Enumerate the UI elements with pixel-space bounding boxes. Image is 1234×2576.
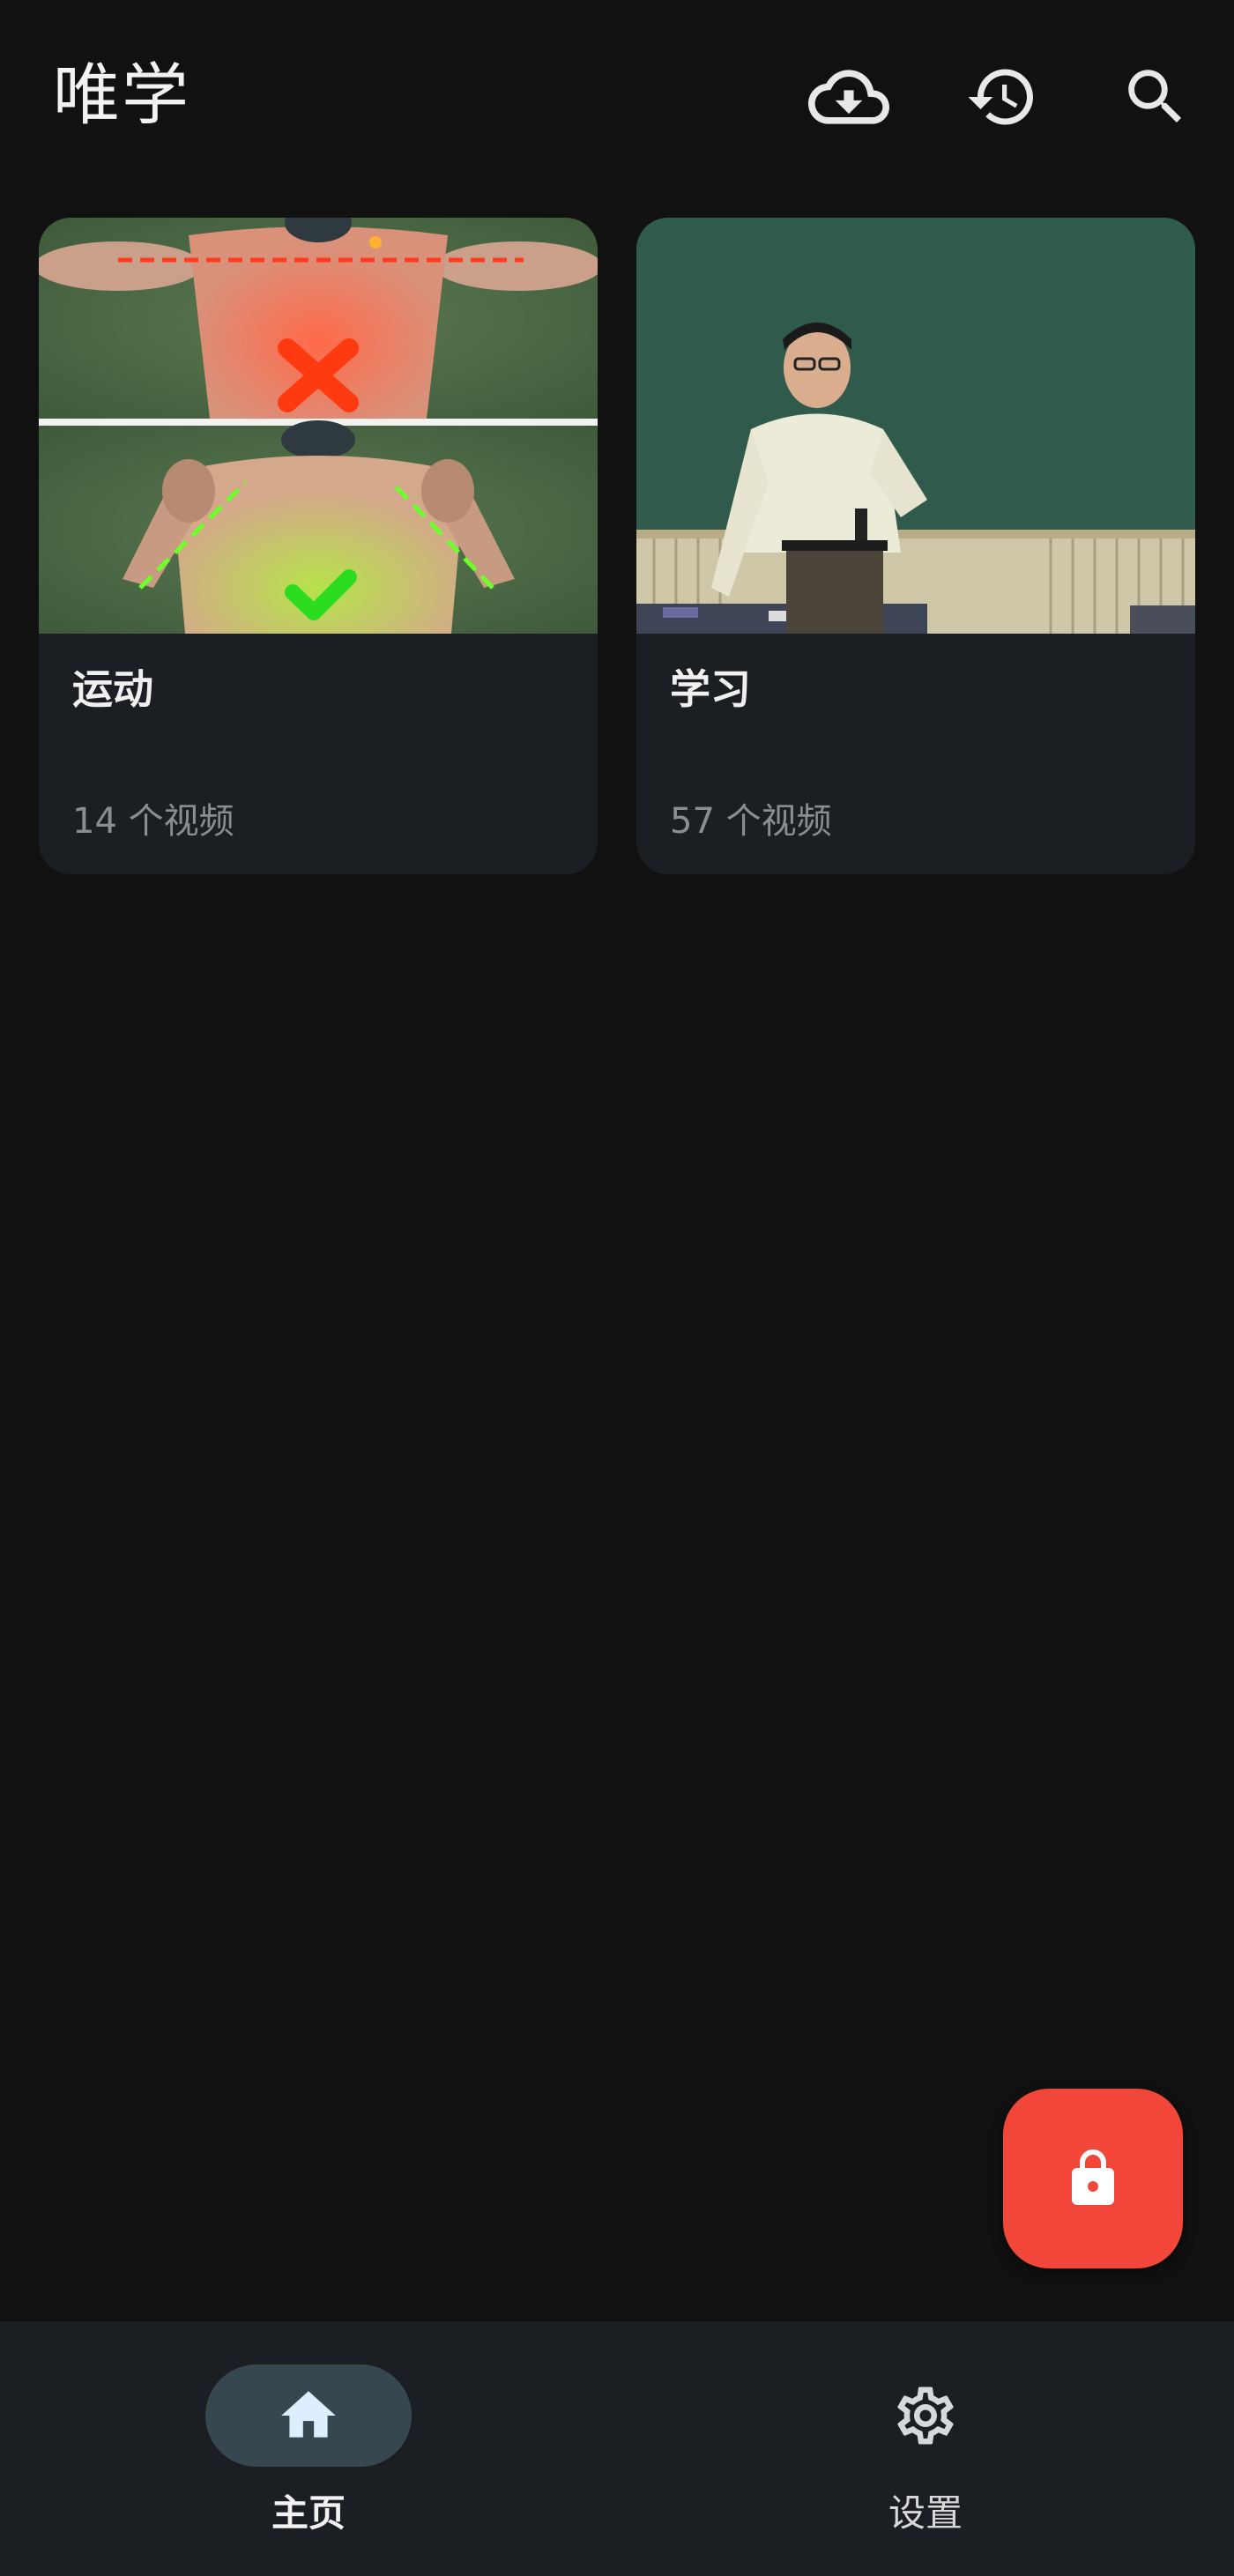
nav-item-home[interactable]: 主页	[0, 2321, 617, 2576]
top-app-bar: 唯学	[0, 0, 1234, 185]
gear-icon	[897, 2387, 954, 2445]
category-card-exercise[interactable]: 运动 14 个视频	[39, 218, 598, 874]
cloud-download-icon	[808, 70, 889, 124]
download-button[interactable]	[800, 48, 897, 145]
category-title: 运动	[72, 665, 153, 713]
lock-icon	[1072, 2149, 1114, 2205]
bottom-navigation-bar: 主页 设置	[0, 2321, 1234, 2576]
history-icon	[968, 69, 1033, 125]
nav-active-indicator	[205, 2364, 412, 2467]
video-count: 14 个视频	[72, 801, 234, 842]
app-title: 唯学	[53, 56, 190, 134]
video-count: 57 个视频	[670, 801, 832, 842]
category-card-study[interactable]: 学习 57 个视频	[636, 218, 1195, 874]
nav-icon-container	[822, 2364, 1029, 2467]
lock-fab-button[interactable]	[1003, 2089, 1183, 2268]
category-title: 学习	[670, 665, 751, 713]
nav-item-settings[interactable]: 设置	[617, 2321, 1234, 2576]
search-icon	[1128, 70, 1182, 123]
nav-label-home: 主页	[271, 2491, 346, 2535]
nav-label-settings: 设置	[888, 2491, 963, 2535]
history-button[interactable]	[954, 48, 1051, 145]
home-screen: 唯学 运动 14 个视频 学习 57 个视频 主页 设置	[0, 0, 1234, 2576]
exercise-thumbnail	[39, 218, 598, 634]
search-button[interactable]	[1107, 48, 1204, 145]
lecture-thumbnail	[636, 218, 1195, 634]
home-icon	[281, 2391, 336, 2438]
